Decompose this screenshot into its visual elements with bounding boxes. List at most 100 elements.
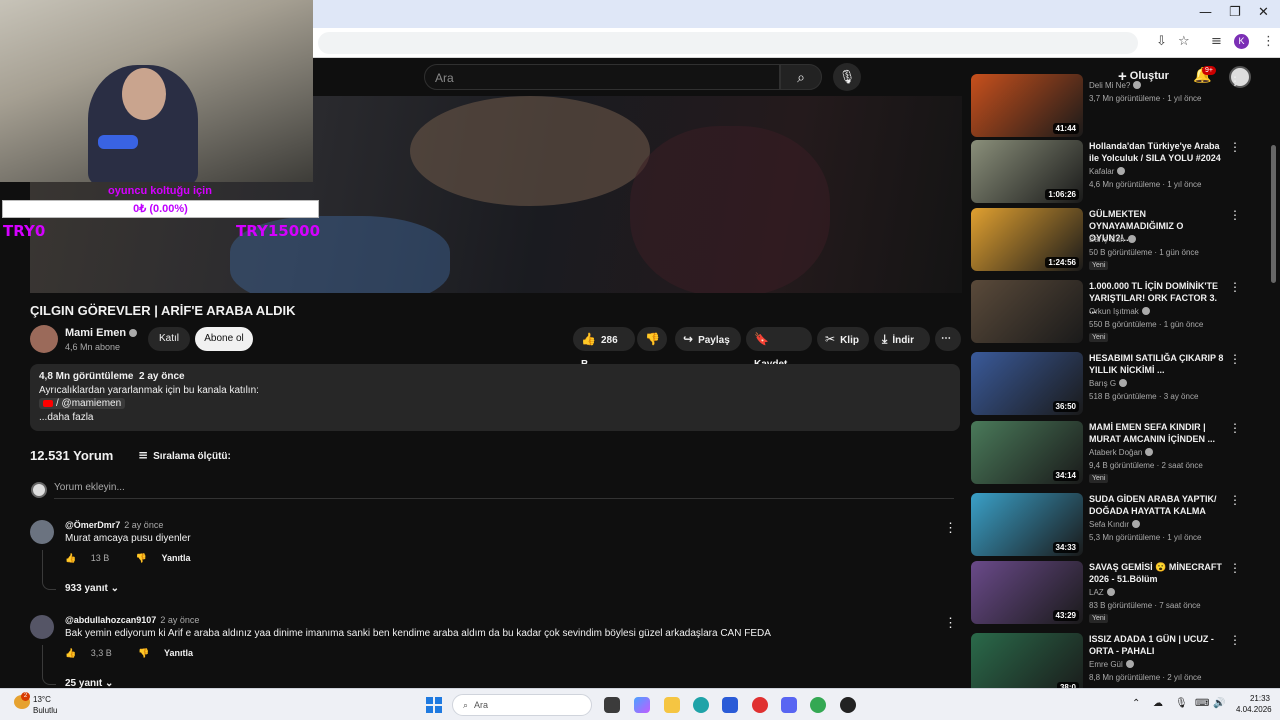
recommended-channel[interactable]: Ataberk Doğan: [1089, 448, 1154, 457]
chevron-up-icon[interactable]: ⌃: [1132, 698, 1140, 709]
url-field[interactable]: [318, 32, 1138, 54]
video-thumbnail[interactable]: 41:44: [971, 74, 1083, 137]
taskbar-search[interactable]: ⌕ Ara: [452, 694, 592, 716]
video-thumbnail[interactable]: 1:24:56: [971, 208, 1083, 271]
video-menu-icon[interactable]: ⋮: [1229, 421, 1241, 435]
recommended-video[interactable]: 43:29 SAVAŞ GEMİSİ 😮 MİNECRAFT 2026 - 51.…: [971, 561, 1261, 627]
more-actions-button[interactable]: ⋯: [935, 327, 961, 351]
recommended-channel[interactable]: Sefa Kındır: [1089, 520, 1141, 529]
video-thumbnail[interactable]: 38:0: [971, 633, 1083, 696]
browser-menu-icon[interactable]: ⋮: [1262, 34, 1275, 49]
volume-icon[interactable]: 🔊: [1213, 698, 1225, 709]
microphone-icon[interactable]: 🎙: [1175, 698, 1188, 709]
channel-avatar[interactable]: [30, 325, 58, 353]
profile-avatar[interactable]: K: [1234, 34, 1249, 49]
recommended-channel[interactable]: Emre Gül: [1089, 660, 1134, 669]
store-icon[interactable]: [722, 697, 738, 713]
recommended-title[interactable]: MAMİ EMEN SEFA KINDIR | MURAT AMCANIN İÇ…: [1089, 421, 1227, 445]
scrollbar[interactable]: [1271, 145, 1276, 283]
recommended-video[interactable]: 1:24:56 GÜLMEKTEN OYNAYAMADIĞIMIZ O OYUN?…: [971, 208, 1261, 274]
recommended-video[interactable]: 1:06:26 Hollanda'dan Türkiye'ye Araba ile…: [971, 140, 1261, 206]
comment-like-button[interactable]: 👍 13 B: [65, 553, 121, 563]
comment-author[interactable]: @ÖmerDmr7: [65, 520, 120, 530]
minimize-button[interactable]: —: [1199, 5, 1212, 20]
task-view-icon[interactable]: [604, 697, 620, 713]
video-menu-icon[interactable]: ⋮: [1229, 352, 1241, 366]
description-box[interactable]: 4,8 Mn görüntüleme 2 ay önce Ayrıcalıkla…: [30, 364, 960, 431]
recommended-channel[interactable]: Orkun Işıtmak: [1089, 307, 1150, 316]
video-menu-icon[interactable]: ⋮: [1229, 280, 1241, 294]
video-menu-icon[interactable]: ⋮: [1229, 633, 1241, 647]
microphone-icon[interactable]: 🎙: [833, 63, 861, 91]
start-button[interactable]: [426, 697, 442, 713]
subscribe-button[interactable]: Abone ol: [195, 327, 253, 351]
recommended-video[interactable]: 34:14 MAMİ EMEN SEFA KINDIR | MURAT AMCAN…: [971, 421, 1261, 487]
comment-menu-icon[interactable]: ⋮: [944, 520, 957, 536]
add-comment-input[interactable]: Yorum ekleyin...: [54, 482, 954, 499]
video-thumbnail[interactable]: 36:50: [971, 352, 1083, 415]
install-app-icon[interactable]: ⇩: [1156, 34, 1167, 49]
join-button[interactable]: Katıl: [148, 327, 190, 351]
copilot-icon[interactable]: [634, 697, 650, 713]
restore-button[interactable]: ❐: [1229, 5, 1241, 20]
video-menu-icon[interactable]: ⋮: [1229, 208, 1241, 222]
opera-icon[interactable]: [752, 697, 768, 713]
chrome-icon[interactable]: [810, 697, 826, 713]
bookmark-star-icon[interactable]: ☆: [1178, 34, 1190, 49]
recommended-channel[interactable]: LAZ: [1089, 588, 1115, 597]
comment-like-button[interactable]: 👍 3,3 B: [65, 648, 124, 658]
recommended-title[interactable]: ISSIZ ADADA 1 GÜN | UCUZ - ORTA - PAHALI: [1089, 633, 1227, 657]
sort-button[interactable]: ≡ Sıralama ölçütü:: [138, 448, 231, 462]
save-button[interactable]: 🔖Kaydet: [746, 327, 812, 370]
thumbs-down-icon[interactable]: 👎: [136, 553, 147, 563]
video-menu-icon[interactable]: ⋮: [1229, 140, 1241, 154]
recommended-channel[interactable]: Barış G: [1089, 379, 1128, 388]
video-thumbnail[interactable]: 34:33: [971, 493, 1083, 556]
recommended-channel[interactable]: Deli Mi Ne?: [1089, 81, 1142, 90]
discord-icon[interactable]: [781, 697, 797, 713]
reply-button[interactable]: Yanıtla: [162, 553, 191, 563]
recommended-title[interactable]: HESABIMI SATILIĞA ÇIKARIP 8 YILLIK NİCKİ…: [1089, 352, 1227, 376]
recommended-video[interactable]: 1.000.000 TL İÇİN DOMİNİK'TE YARIŞTILAR!…: [971, 280, 1261, 346]
show-replies-button[interactable]: 933 yanıt ⌄: [65, 583, 119, 594]
edge-icon[interactable]: [693, 697, 709, 713]
video-menu-icon[interactable]: ⋮: [1229, 561, 1241, 575]
dislike-button[interactable]: 👎: [637, 327, 667, 351]
thumbs-down-icon[interactable]: 👎: [138, 648, 149, 658]
recommended-title[interactable]: SUDA GİDEN ARABA YAPTIK/ DOĞADA HAYATTA …: [1089, 493, 1227, 517]
show-more-link[interactable]: ...daha fazla: [39, 411, 951, 425]
recommended-video[interactable]: 41:44 Deli Mi Ne? 3,7 Mn görüntüleme · 1 y…: [971, 74, 1261, 140]
recommended-channel[interactable]: Kafalar: [1089, 167, 1126, 176]
commenter-avatar[interactable]: [30, 520, 54, 544]
reply-button[interactable]: Yanıtla: [164, 648, 193, 658]
clip-button[interactable]: ✂ Klip: [817, 327, 869, 351]
channel-name[interactable]: Mami Emen: [65, 327, 138, 339]
video-menu-icon[interactable]: ⋮: [1229, 74, 1241, 88]
video-thumbnail[interactable]: 1:06:26: [971, 140, 1083, 203]
video-menu-icon[interactable]: ⋮: [1229, 493, 1241, 507]
obs-icon[interactable]: [840, 697, 856, 713]
cloud-icon[interactable]: ☁: [1153, 698, 1163, 709]
comment-author[interactable]: @abdullahozcan9107: [65, 615, 156, 625]
tab-search-icon[interactable]: ≡: [1211, 34, 1222, 49]
close-window-button[interactable]: ✕: [1258, 5, 1269, 20]
weather-temperature[interactable]: 13°C: [33, 695, 51, 704]
recommended-video[interactable]: 34:33 SUDA GİDEN ARABA YAPTIK/ DOĞADA HAY…: [971, 493, 1261, 559]
file-explorer-icon[interactable]: [664, 697, 680, 713]
download-button[interactable]: ⤓ İndir: [874, 327, 930, 351]
recommended-title[interactable]: SAVAŞ GEMİSİ 😮 MİNECRAFT 2026 - 51.Bölüm: [1089, 561, 1227, 585]
network-icon[interactable]: ⌨: [1195, 698, 1209, 709]
video-thumbnail[interactable]: 43:29: [971, 561, 1083, 624]
system-clock[interactable]: 21:33 4.04.2026: [1236, 693, 1272, 715]
channel-link[interactable]: / @mamiemen: [39, 398, 126, 409]
like-button[interactable]: 👍286 B: [573, 327, 635, 370]
commenter-avatar[interactable]: [30, 615, 54, 639]
weather-description[interactable]: Bulutlu: [33, 706, 57, 715]
search-input[interactable]: Ara: [424, 64, 780, 90]
recommended-channel[interactable]: Barış Can: [1089, 235, 1136, 244]
comment-menu-icon[interactable]: ⋮: [944, 615, 957, 631]
video-thumbnail[interactable]: [971, 280, 1083, 343]
share-button[interactable]: ↪ Paylaş: [675, 327, 741, 351]
recommended-video[interactable]: 36:50 HESABIMI SATILIĞA ÇIKARIP 8 YILLIK …: [971, 352, 1261, 418]
search-icon[interactable]: ⌕: [780, 64, 822, 90]
